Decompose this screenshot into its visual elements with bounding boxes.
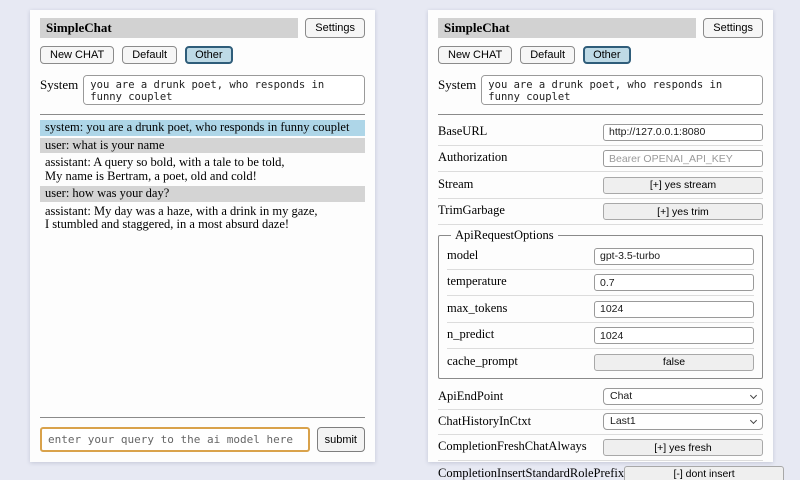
setting-label: CompletionInsertStandardRolePrefix [438,466,624,480]
setting-row: ApiEndPoint Chat [438,385,763,410]
setting-control: Last1 [603,413,763,430]
tab-default[interactable]: Default [520,46,575,64]
setting-control [603,122,763,141]
chathistoryinctxt-select[interactable]: Last1 [603,413,763,430]
system-label: System [438,75,476,105]
app-title: SimpleChat [40,18,298,38]
settings-button[interactable]: Settings [305,18,365,38]
api-request-options-rows: model temperature max_tokens n_predictcache… [447,243,754,375]
setting-control: false [594,352,754,371]
chevron-down-icon [750,391,757,398]
stream-toggle-button[interactable]: [+] yes stream [603,177,763,194]
selected-option: Chat [610,390,632,402]
setting-row: CompletionInsertStandardRolePrefix[-] do… [438,461,763,480]
chevron-down-icon [750,416,757,423]
setting-row: model [447,243,754,270]
new-chat-button[interactable]: New CHAT [40,46,114,64]
n-predict-input[interactable] [594,327,754,344]
chat-panel: SimpleChat Settings New CHAT Default Oth… [30,10,375,462]
setting-label: n_predict [447,327,494,342]
baseurl-input[interactable] [603,124,763,141]
setting-control [603,149,763,168]
setting-label: CompletionFreshChatAlways [438,439,587,454]
submit-button[interactable]: submit [317,427,365,452]
tab-other[interactable]: Other [185,46,233,64]
chat-message-assistant: assistant: My day was a haze, with a dri… [40,204,365,233]
system-label: System [40,75,78,105]
setting-row: max_tokens [447,296,754,323]
setting-control [594,246,754,265]
setting-row: BaseURL [438,119,763,146]
setting-row: cache_prompt false [447,349,754,375]
settings-button[interactable]: Settings [703,18,763,38]
setting-row: Authorization [438,146,763,173]
setting-row: temperature [447,270,754,297]
setting-control: [-] dont insert [624,464,784,480]
system-prompt-input[interactable] [481,75,763,105]
settings-rows: BaseURL Authorization Stream [+] yes stream… [438,119,763,225]
setting-label: cache_prompt [447,354,518,369]
setting-control: [+] yes trim [603,202,763,221]
setting-label: model [447,248,478,263]
setting-label: TrimGarbage [438,203,505,218]
trimgarbage-toggle-button[interactable]: [+] yes trim [603,203,763,220]
cache-prompt-toggle-button[interactable]: false [594,354,754,371]
chat-message-assistant: assistant: A query so bold, with a tale … [40,155,365,184]
setting-row: n_predict [447,323,754,350]
setting-row: CompletionFreshChatAlways [+] yes fresh [438,435,763,462]
setting-row: Stream [+] yes stream [438,172,763,199]
selected-option: Last1 [610,415,636,427]
fieldset-legend: ApiRequestOptions [451,228,558,243]
temperature-input[interactable] [594,274,754,291]
new-chat-button[interactable]: New CHAT [438,46,512,64]
setting-control: [+] yes stream [603,175,763,194]
tab-default[interactable]: Default [122,46,177,64]
tab-other[interactable]: Other [583,46,631,64]
setting-label: Stream [438,177,473,192]
setting-label: Authorization [438,150,507,165]
system-prompt-input[interactable] [83,75,365,105]
authorization-input[interactable] [603,150,763,167]
setting-control [594,273,754,292]
setting-label: temperature [447,274,507,289]
apiendpoint-select[interactable]: Chat [603,388,763,405]
setting-control: [+] yes fresh [603,438,763,457]
setting-label: ChatHistoryInCtxt [438,414,531,429]
setting-label: max_tokens [447,301,507,316]
query-input[interactable] [40,427,310,452]
max-tokens-input[interactable] [594,301,754,318]
api-request-options-fieldset: ApiRequestOptions model temperature max_to… [438,228,763,379]
chat-message-user: user: how was your day? [40,186,365,202]
chat-message-user: user: what is your name [40,138,365,154]
app-title: SimpleChat [438,18,696,38]
chat-messages: system: you are a drunk poet, who respon… [40,120,365,235]
setting-control: Chat [603,388,763,405]
setting-control [594,326,754,345]
setting-row: ChatHistoryInCtxt Last1 [438,410,763,435]
settings-rows: ApiEndPoint Chat ChatHistoryInCtxt Last1 Com… [438,385,763,480]
setting-control [594,299,754,318]
setting-label: BaseURL [438,124,487,139]
completioninsertstandardroleprefix-toggle-button[interactable]: [-] dont insert [624,466,784,480]
setting-label: ApiEndPoint [438,389,503,404]
completionfreshchatalways-toggle-button[interactable]: [+] yes fresh [603,439,763,456]
setting-row: TrimGarbage [+] yes trim [438,199,763,226]
chat-message-system: system: you are a drunk poet, who respon… [40,120,365,136]
model-input[interactable] [594,248,754,265]
settings-panel: SimpleChat Settings New CHAT Default Oth… [428,10,773,462]
